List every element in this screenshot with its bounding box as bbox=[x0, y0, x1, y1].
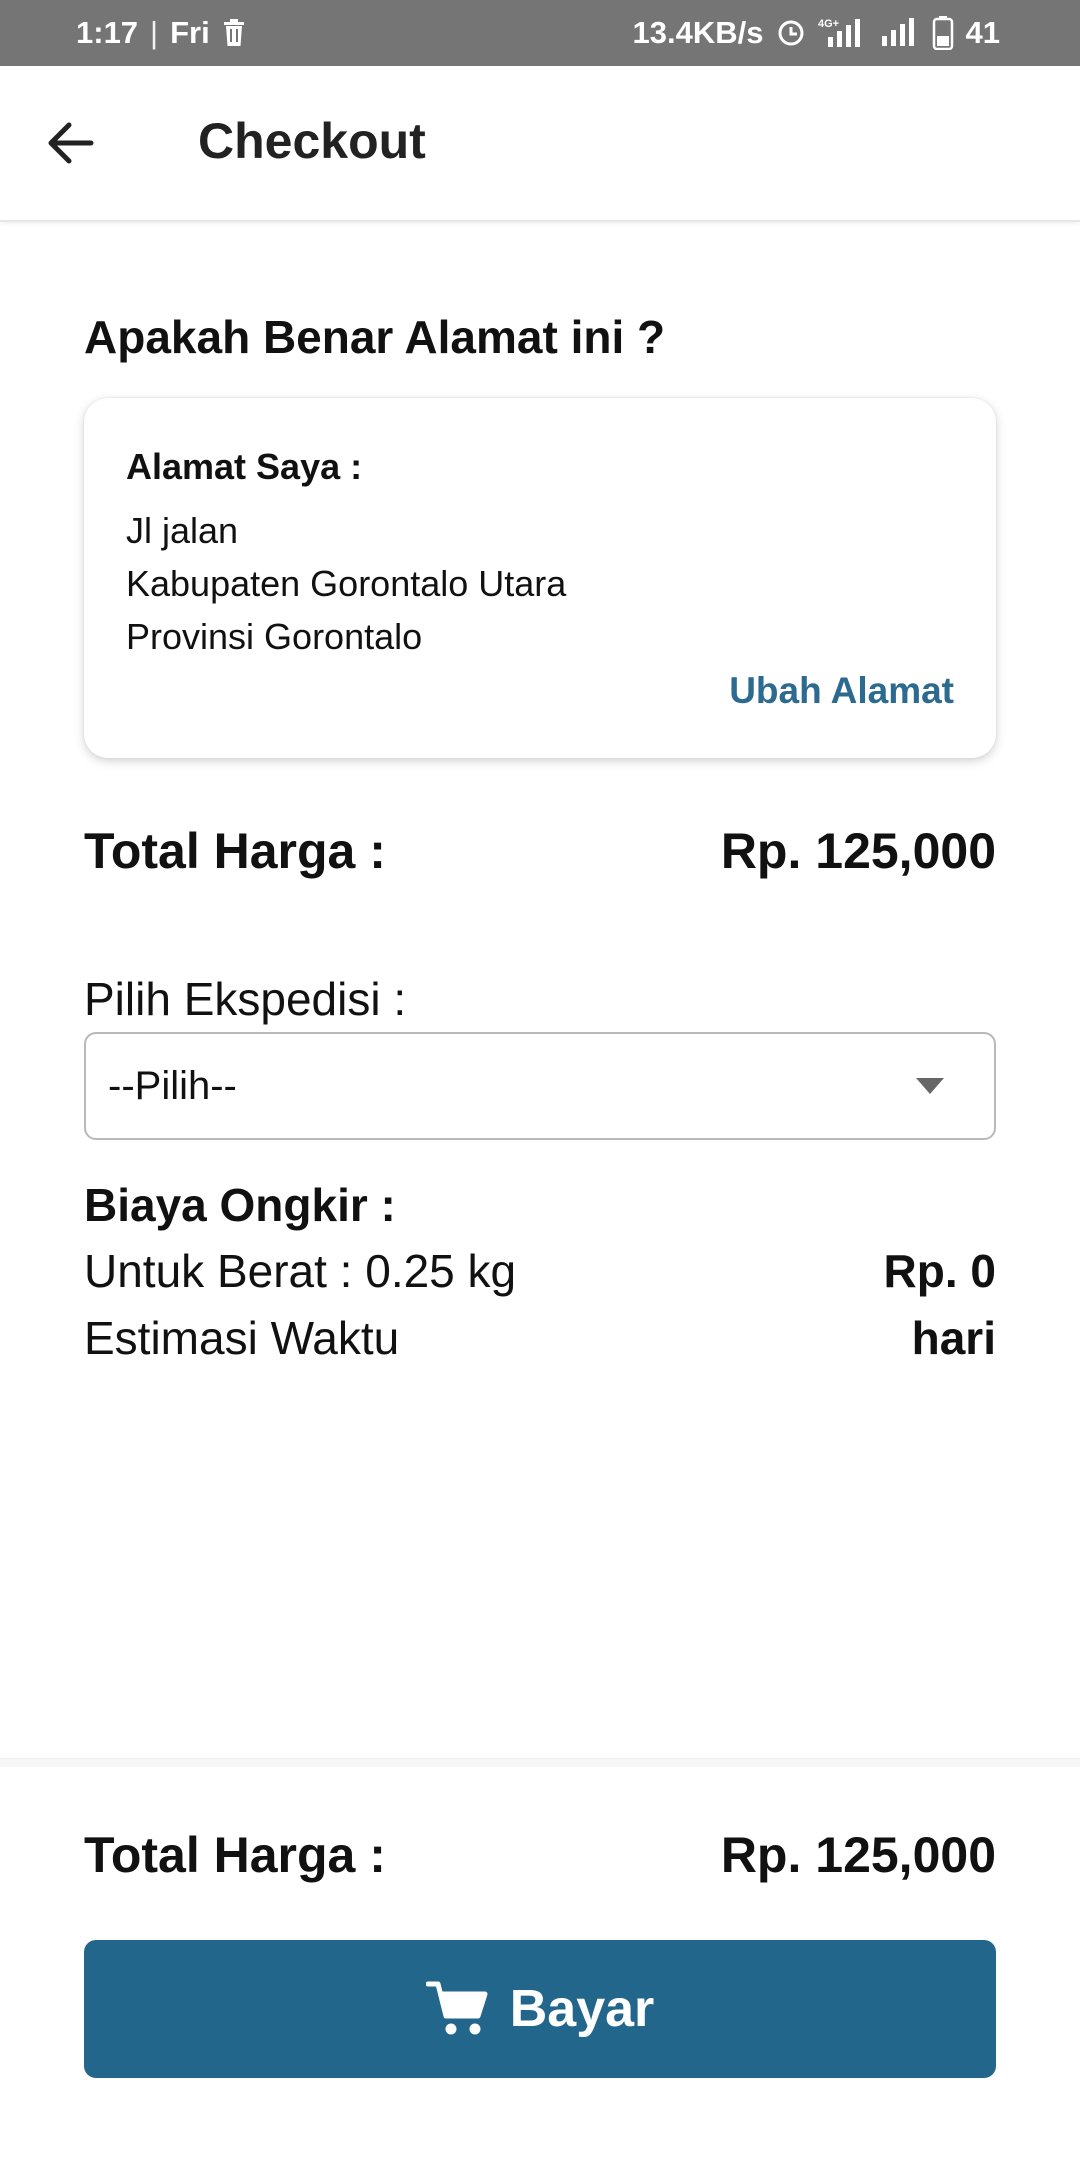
total-price-value: Rp. 125,000 bbox=[720, 823, 996, 879]
shipping-estimate-label: Estimasi Waktu bbox=[84, 1312, 400, 1364]
footer-total-value: Rp. 125,000 bbox=[720, 1827, 996, 1883]
network-speed: 13.4KB/s bbox=[632, 15, 764, 50]
expedition-select-value: --Pilih-- bbox=[108, 1064, 237, 1108]
alarm-icon bbox=[776, 18, 806, 48]
footer-total-row: Total Harga : Rp. 125,000 bbox=[84, 1826, 996, 1884]
cart-icon bbox=[425, 1981, 488, 2035]
back-button[interactable] bbox=[38, 110, 104, 176]
trash-icon bbox=[222, 19, 246, 47]
caret-down-icon bbox=[916, 1078, 944, 1094]
network-type-label: 4G+ bbox=[818, 18, 839, 30]
status-separator: | bbox=[150, 15, 159, 50]
footer-total-label: Total Harga : bbox=[84, 1827, 386, 1883]
expedition-select[interactable]: --Pilih-- bbox=[84, 1032, 996, 1140]
expedition-label: Pilih Ekspedisi : bbox=[84, 973, 407, 1025]
address-line: Provinsi Gorontalo bbox=[126, 616, 423, 657]
shipping-estimate-row: Estimasi Waktu hari bbox=[84, 1311, 996, 1365]
change-address-link[interactable]: Ubah Alamat bbox=[729, 670, 954, 712]
arrow-left-icon bbox=[48, 122, 94, 164]
pay-button[interactable]: Bayar bbox=[84, 1940, 996, 2078]
battery-icon bbox=[932, 16, 954, 50]
status-right: 13.4KB/s 4G+ 41 bbox=[633, 15, 1000, 51]
status-day: Fri bbox=[170, 15, 210, 50]
shipping-estimate-value: hari bbox=[911, 1312, 996, 1364]
total-price-label: Total Harga : bbox=[84, 823, 386, 879]
address-label: Alamat Saya : bbox=[126, 446, 363, 487]
signal-icon: 4G+ bbox=[818, 17, 868, 49]
address-question: Apakah Benar Alamat ini ? bbox=[84, 311, 666, 363]
battery-level: 41 bbox=[965, 15, 1000, 50]
address-card: Alamat Saya : Jl jalan Kabupaten Goronta… bbox=[84, 398, 996, 758]
app-bar: Checkout bbox=[0, 66, 1080, 222]
status-left: 1:17 | Fri bbox=[76, 15, 246, 51]
pay-button-label: Bayar bbox=[509, 1980, 655, 2038]
page-title: Checkout bbox=[198, 113, 426, 169]
address-line: Kabupaten Gorontalo Utara bbox=[126, 563, 567, 604]
address-line: Jl jalan bbox=[126, 510, 239, 551]
status-bar: 1:17 | Fri 13.4KB/s 4G+ 41 bbox=[0, 0, 1080, 66]
shipping-weight-row: Untuk Berat : 0.25 kg Rp. 0 bbox=[84, 1244, 996, 1298]
shipping-cost-value: Rp. 0 bbox=[883, 1245, 996, 1297]
footer-divider bbox=[0, 1758, 1080, 1767]
status-time: 1:17 bbox=[76, 15, 139, 50]
shipping-cost-title: Biaya Ongkir : bbox=[84, 1179, 396, 1231]
signal-icon bbox=[880, 18, 920, 48]
total-price-row: Total Harga : Rp. 125,000 bbox=[84, 822, 996, 880]
shipping-weight-label: Untuk Berat : 0.25 kg bbox=[84, 1245, 517, 1297]
